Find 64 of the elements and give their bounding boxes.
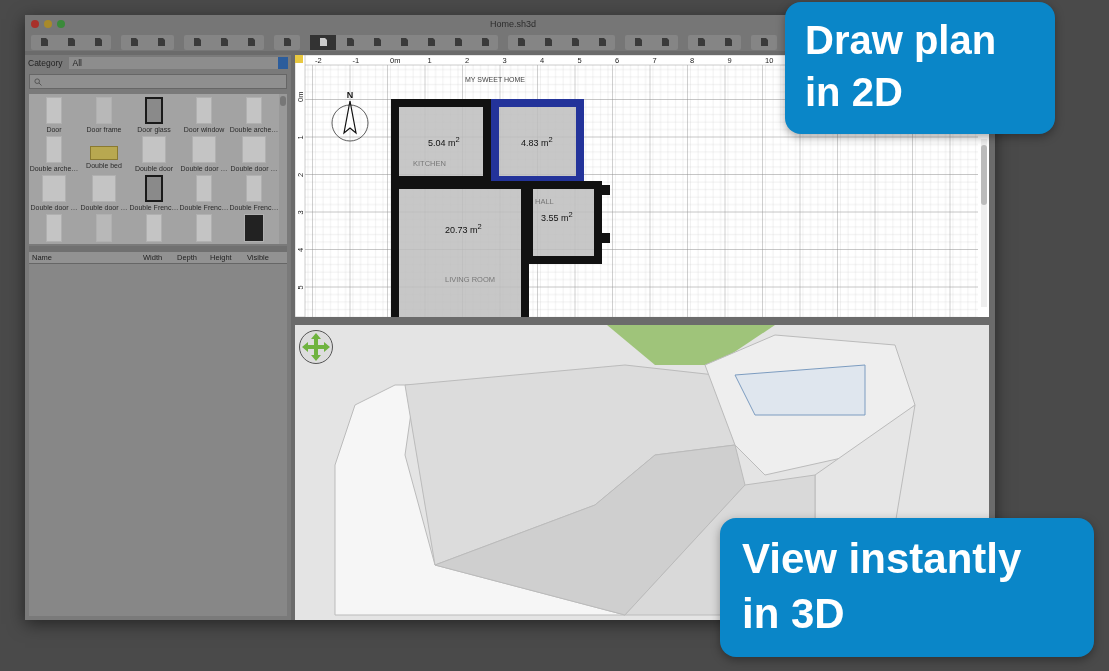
room-area-label: 20.73 m$^{2}$ <box>445 222 482 235</box>
furniture-thumbnail <box>90 146 118 160</box>
tool-icon <box>480 37 490 47</box>
furniture-thumbnail <box>46 136 62 163</box>
furniture-thumbnail <box>244 214 264 242</box>
furniture-thumbnail <box>246 97 262 124</box>
tool-icon <box>372 37 382 47</box>
tool-icon <box>219 37 229 47</box>
tool-icon <box>633 37 643 47</box>
tool-icon <box>516 37 526 47</box>
category-dropdown[interactable]: All <box>68 57 288 69</box>
furniture-thumbnail <box>242 136 266 163</box>
tool-icon <box>759 37 769 47</box>
furniture-thumbnail <box>246 175 262 202</box>
tool-icon <box>66 37 76 47</box>
tool-icon <box>399 37 409 47</box>
tool-icon <box>426 37 436 47</box>
search-icon <box>34 77 42 86</box>
compass-label: N <box>346 90 354 100</box>
tool-icon <box>156 37 166 47</box>
tool-icon <box>597 37 607 47</box>
tool-icon <box>696 37 706 47</box>
tool-icon <box>660 37 670 47</box>
room-floor[interactable] <box>391 99 491 184</box>
furniture-thumbnail <box>92 175 116 202</box>
navigation-arrows-icon[interactable] <box>298 329 334 365</box>
furniture-thumbnail <box>145 97 163 124</box>
scrollbar[interactable] <box>981 139 987 307</box>
tool-icon <box>282 37 292 47</box>
tool-icon <box>318 37 328 47</box>
room-floor[interactable] <box>491 99 584 184</box>
furniture-thumbnail <box>142 136 166 163</box>
callout-banner: Draw plan in 2D <box>785 2 1055 134</box>
callout-banner: View instantly in 3D <box>720 518 1094 658</box>
room-area-label: 4.83 m$^{2}$ <box>521 135 553 148</box>
furniture-thumbnail <box>145 175 163 202</box>
furniture-thumbnail <box>196 214 212 242</box>
tool-icon <box>543 37 553 47</box>
tool-icon <box>570 37 580 47</box>
corner-icon <box>295 55 303 63</box>
tool-icon <box>93 37 103 47</box>
furniture-thumbnail <box>46 97 62 124</box>
tool-icon <box>345 37 355 47</box>
tool-icon <box>246 37 256 47</box>
furniture-thumbnail <box>46 214 62 242</box>
furniture-thumbnail <box>192 136 216 163</box>
window-title: Home.sh3d <box>490 19 537 29</box>
room-area-label: 3.55 m$^{2}$ <box>541 210 573 223</box>
tool-icon <box>129 37 139 47</box>
furniture-thumbnail <box>42 175 66 202</box>
splitter-handle[interactable] <box>29 246 287 252</box>
category-label: Category <box>28 58 63 68</box>
tool-icon <box>39 37 49 47</box>
tool-icon <box>192 37 202 47</box>
scrollbar[interactable] <box>279 94 287 244</box>
tool-icon <box>723 37 733 47</box>
furniture-thumbnail <box>196 175 212 202</box>
furniture-thumbnail <box>196 97 212 124</box>
compass-icon <box>331 100 369 142</box>
tool-icon <box>453 37 463 47</box>
toolbar-button[interactable] <box>310 34 336 50</box>
furniture-thumbnail <box>146 214 162 242</box>
search-field[interactable] <box>29 74 287 89</box>
room-area-label: 5.04 m$^{2}$ <box>428 135 460 148</box>
